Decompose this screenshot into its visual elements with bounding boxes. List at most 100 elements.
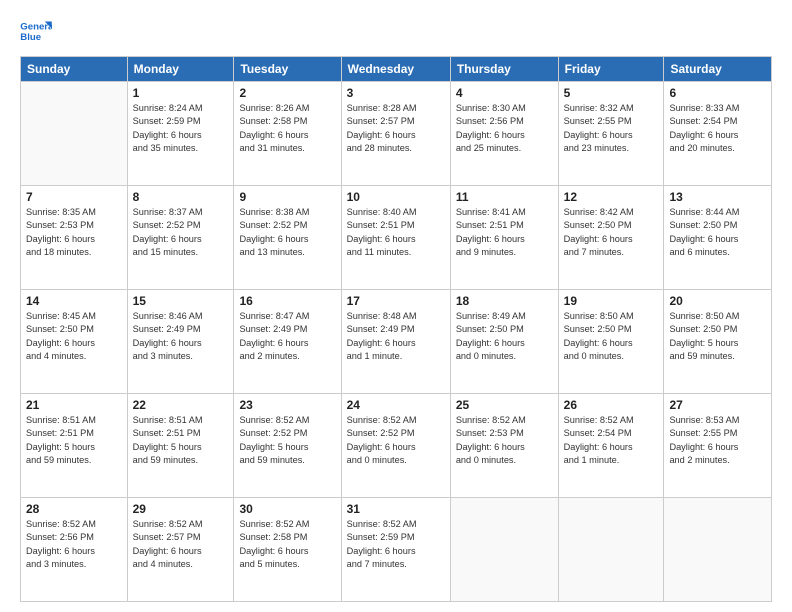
day-detail: Sunrise: 8:52 AMSunset: 2:58 PMDaylight:… bbox=[239, 518, 335, 571]
svg-text:Blue: Blue bbox=[20, 32, 41, 43]
day-cell bbox=[558, 498, 664, 602]
column-header-friday: Friday bbox=[558, 57, 664, 82]
column-header-tuesday: Tuesday bbox=[234, 57, 341, 82]
day-number: 20 bbox=[669, 294, 766, 308]
day-detail: Sunrise: 8:42 AMSunset: 2:50 PMDaylight:… bbox=[564, 206, 659, 259]
day-detail: Sunrise: 8:51 AMSunset: 2:51 PMDaylight:… bbox=[26, 414, 122, 467]
day-detail: Sunrise: 8:32 AMSunset: 2:55 PMDaylight:… bbox=[564, 102, 659, 155]
day-number: 4 bbox=[456, 86, 553, 100]
day-cell: 16 Sunrise: 8:47 AMSunset: 2:49 PMDayligh… bbox=[234, 290, 341, 394]
day-cell: 12 Sunrise: 8:42 AMSunset: 2:50 PMDayligh… bbox=[558, 186, 664, 290]
day-number: 2 bbox=[239, 86, 335, 100]
day-cell: 6 Sunrise: 8:33 AMSunset: 2:54 PMDaylight… bbox=[664, 82, 772, 186]
day-number: 5 bbox=[564, 86, 659, 100]
header: General Blue bbox=[20, 18, 772, 46]
day-number: 16 bbox=[239, 294, 335, 308]
day-number: 25 bbox=[456, 398, 553, 412]
day-number: 13 bbox=[669, 190, 766, 204]
day-number: 30 bbox=[239, 502, 335, 516]
day-number: 7 bbox=[26, 190, 122, 204]
day-number: 22 bbox=[133, 398, 229, 412]
day-cell: 11 Sunrise: 8:41 AMSunset: 2:51 PMDayligh… bbox=[450, 186, 558, 290]
day-number: 6 bbox=[669, 86, 766, 100]
day-cell: 1Sunrise: 8:24 AMSunset: 2:59 PMDaylight… bbox=[127, 82, 234, 186]
day-cell: 24 Sunrise: 8:52 AMSunset: 2:52 PMDayligh… bbox=[341, 394, 450, 498]
week-row-4: 21Sunrise: 8:51 AMSunset: 2:51 PMDayligh… bbox=[21, 394, 772, 498]
day-number: 28 bbox=[26, 502, 122, 516]
day-detail: Sunrise: 8:50 AMSunset: 2:50 PMDaylight:… bbox=[669, 310, 766, 363]
logo-icon: General Blue bbox=[20, 18, 52, 46]
day-cell: 5 Sunrise: 8:32 AMSunset: 2:55 PMDaylight… bbox=[558, 82, 664, 186]
day-number: 1 bbox=[133, 86, 229, 100]
day-cell: 28 Sunrise: 8:52 AMSunset: 2:56 PMDayligh… bbox=[21, 498, 128, 602]
day-detail: Sunrise: 8:51 AMSunset: 2:51 PMDaylight:… bbox=[133, 414, 229, 467]
day-detail: Sunrise: 8:26 AMSunset: 2:58 PMDaylight:… bbox=[239, 102, 335, 155]
day-cell bbox=[664, 498, 772, 602]
day-number: 15 bbox=[133, 294, 229, 308]
day-number: 24 bbox=[347, 398, 445, 412]
day-number: 3 bbox=[347, 86, 445, 100]
day-detail: Sunrise: 8:53 AMSunset: 2:55 PMDaylight:… bbox=[669, 414, 766, 467]
day-number: 23 bbox=[239, 398, 335, 412]
day-cell: 3 Sunrise: 8:28 AMSunset: 2:57 PMDaylight… bbox=[341, 82, 450, 186]
day-detail: Sunrise: 8:52 AMSunset: 2:52 PMDaylight:… bbox=[347, 414, 445, 467]
day-detail: Sunrise: 8:47 AMSunset: 2:49 PMDaylight:… bbox=[239, 310, 335, 363]
column-header-thursday: Thursday bbox=[450, 57, 558, 82]
calendar-body: 1Sunrise: 8:24 AMSunset: 2:59 PMDaylight… bbox=[21, 82, 772, 602]
day-detail: Sunrise: 8:52 AMSunset: 2:52 PMDaylight:… bbox=[239, 414, 335, 467]
day-cell: 7Sunrise: 8:35 AMSunset: 2:53 PMDaylight… bbox=[21, 186, 128, 290]
day-number: 19 bbox=[564, 294, 659, 308]
day-cell: 9Sunrise: 8:38 AMSunset: 2:52 PMDaylight… bbox=[234, 186, 341, 290]
day-detail: Sunrise: 8:40 AMSunset: 2:51 PMDaylight:… bbox=[347, 206, 445, 259]
day-cell: 20 Sunrise: 8:50 AMSunset: 2:50 PMDayligh… bbox=[664, 290, 772, 394]
day-detail: Sunrise: 8:28 AMSunset: 2:57 PMDaylight:… bbox=[347, 102, 445, 155]
day-detail: Sunrise: 8:50 AMSunset: 2:50 PMDaylight:… bbox=[564, 310, 659, 363]
day-detail: Sunrise: 8:44 AMSunset: 2:50 PMDaylight:… bbox=[669, 206, 766, 259]
day-detail: Sunrise: 8:46 AMSunset: 2:49 PMDaylight:… bbox=[133, 310, 229, 363]
day-cell: 26Sunrise: 8:52 AMSunset: 2:54 PMDayligh… bbox=[558, 394, 664, 498]
day-number: 31 bbox=[347, 502, 445, 516]
week-row-2: 7Sunrise: 8:35 AMSunset: 2:53 PMDaylight… bbox=[21, 186, 772, 290]
day-cell: 14 Sunrise: 8:45 AMSunset: 2:50 PMDayligh… bbox=[21, 290, 128, 394]
day-detail: Sunrise: 8:30 AMSunset: 2:56 PMDaylight:… bbox=[456, 102, 553, 155]
day-detail: Sunrise: 8:48 AMSunset: 2:49 PMDaylight:… bbox=[347, 310, 445, 363]
day-detail: Sunrise: 8:52 AMSunset: 2:56 PMDaylight:… bbox=[26, 518, 122, 571]
calendar-table: SundayMondayTuesdayWednesdayThursdayFrid… bbox=[20, 56, 772, 602]
week-row-1: 1Sunrise: 8:24 AMSunset: 2:59 PMDaylight… bbox=[21, 82, 772, 186]
day-number: 26 bbox=[564, 398, 659, 412]
day-cell: 15 Sunrise: 8:46 AMSunset: 2:49 PMDayligh… bbox=[127, 290, 234, 394]
header-row: SundayMondayTuesdayWednesdayThursdayFrid… bbox=[21, 57, 772, 82]
page: General Blue SundayMondayTuesdayWednesda… bbox=[0, 0, 792, 612]
day-number: 27 bbox=[669, 398, 766, 412]
day-detail: Sunrise: 8:33 AMSunset: 2:54 PMDaylight:… bbox=[669, 102, 766, 155]
column-header-monday: Monday bbox=[127, 57, 234, 82]
day-cell: 10 Sunrise: 8:40 AMSunset: 2:51 PMDayligh… bbox=[341, 186, 450, 290]
day-detail: Sunrise: 8:41 AMSunset: 2:51 PMDaylight:… bbox=[456, 206, 553, 259]
day-cell: 29 Sunrise: 8:52 AMSunset: 2:57 PMDayligh… bbox=[127, 498, 234, 602]
day-number: 12 bbox=[564, 190, 659, 204]
day-cell: 25 Sunrise: 8:52 AMSunset: 2:53 PMDayligh… bbox=[450, 394, 558, 498]
day-cell: 8Sunrise: 8:37 AMSunset: 2:52 PMDaylight… bbox=[127, 186, 234, 290]
day-detail: Sunrise: 8:45 AMSunset: 2:50 PMDaylight:… bbox=[26, 310, 122, 363]
day-detail: Sunrise: 8:52 AMSunset: 2:53 PMDaylight:… bbox=[456, 414, 553, 467]
day-number: 10 bbox=[347, 190, 445, 204]
column-header-sunday: Sunday bbox=[21, 57, 128, 82]
day-number: 29 bbox=[133, 502, 229, 516]
day-detail: Sunrise: 8:52 AMSunset: 2:59 PMDaylight:… bbox=[347, 518, 445, 571]
day-number: 14 bbox=[26, 294, 122, 308]
day-detail: Sunrise: 8:49 AMSunset: 2:50 PMDaylight:… bbox=[456, 310, 553, 363]
day-cell bbox=[450, 498, 558, 602]
day-cell: 19 Sunrise: 8:50 AMSunset: 2:50 PMDayligh… bbox=[558, 290, 664, 394]
day-number: 9 bbox=[239, 190, 335, 204]
day-number: 11 bbox=[456, 190, 553, 204]
day-cell: 2 Sunrise: 8:26 AMSunset: 2:58 PMDaylight… bbox=[234, 82, 341, 186]
week-row-3: 14 Sunrise: 8:45 AMSunset: 2:50 PMDayligh… bbox=[21, 290, 772, 394]
column-header-wednesday: Wednesday bbox=[341, 57, 450, 82]
calendar-header: SundayMondayTuesdayWednesdayThursdayFrid… bbox=[21, 57, 772, 82]
day-cell: 23 Sunrise: 8:52 AMSunset: 2:52 PMDayligh… bbox=[234, 394, 341, 498]
day-cell: 17Sunrise: 8:48 AMSunset: 2:49 PMDayligh… bbox=[341, 290, 450, 394]
day-cell: 22 Sunrise: 8:51 AMSunset: 2:51 PMDayligh… bbox=[127, 394, 234, 498]
day-detail: Sunrise: 8:52 AMSunset: 2:57 PMDaylight:… bbox=[133, 518, 229, 571]
day-cell: 31 Sunrise: 8:52 AMSunset: 2:59 PMDayligh… bbox=[341, 498, 450, 602]
day-number: 8 bbox=[133, 190, 229, 204]
